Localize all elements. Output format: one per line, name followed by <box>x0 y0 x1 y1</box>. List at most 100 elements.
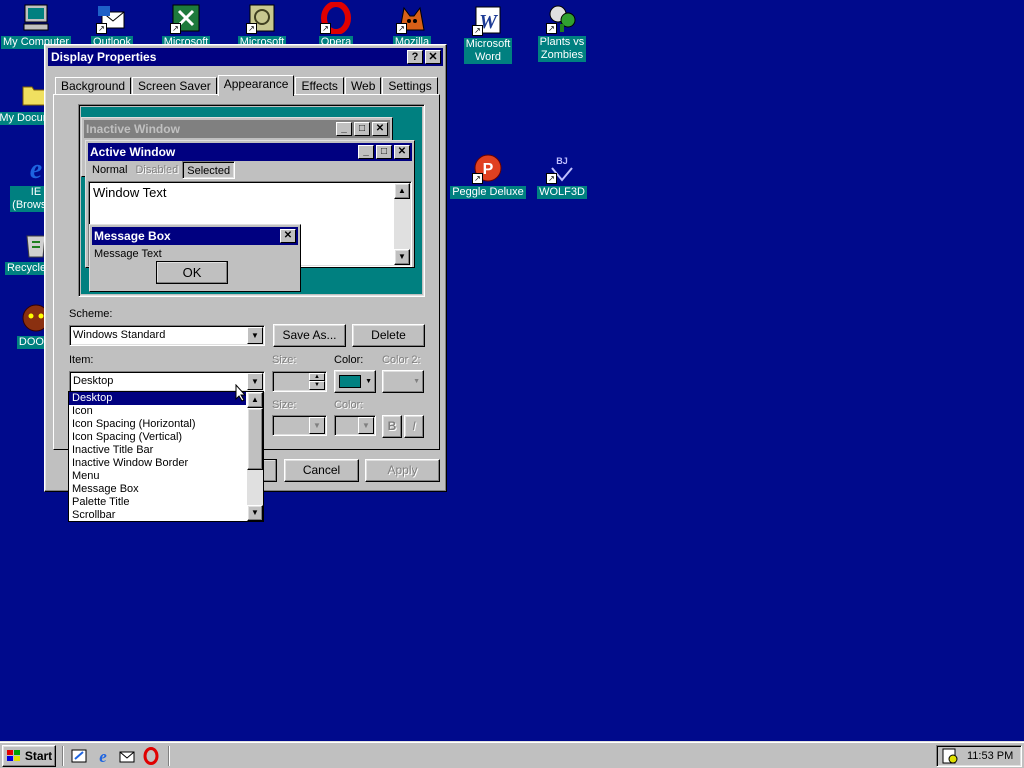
item-dropdown-list[interactable]: Desktop Icon Icon Spacing (Horizontal) I… <box>68 391 264 522</box>
taskbar-divider <box>168 746 170 766</box>
tab-settings[interactable]: Settings <box>382 77 438 95</box>
preview-active-title: Active Window <box>90 145 176 159</box>
chevron-down-icon: ▼ <box>365 378 372 385</box>
preview-menu-disabled: Disabled <box>135 164 179 176</box>
bold-button: B <box>382 415 402 438</box>
desktop-icon-outlook[interactable]: ↗ Outlook <box>72 2 152 49</box>
taskbar: Start e 11:53 PM <box>0 741 1024 768</box>
scroll-down-icon[interactable]: ▼ <box>247 505 263 521</box>
font-color-label: Color: <box>334 399 364 411</box>
svg-text:e: e <box>99 747 107 765</box>
opera-icon: ↗ <box>320 1 352 35</box>
desktop-icon-project[interactable]: ↗ Microsoft <box>222 2 302 49</box>
peggle-icon: P ↗ <box>472 152 504 184</box>
tab-screen-saver[interactable]: Screen Saver <box>132 77 217 95</box>
ie-icon[interactable]: e <box>94 747 112 765</box>
desktop-icon-mozilla[interactable]: ↗ Mozilla <box>372 2 452 49</box>
dialog-title: Display Properties <box>51 50 157 64</box>
preview-ok-button: OK <box>156 261 228 284</box>
mail-icon: ↗ <box>96 2 128 34</box>
preview-msgbox-titlebar: Message Box ✕ <box>92 227 298 245</box>
list-item[interactable]: Message Box <box>69 483 246 496</box>
opera-icon[interactable] <box>142 747 160 765</box>
chevron-down-icon[interactable]: ▼ <box>247 327 263 344</box>
appearance-preview[interactable]: Inactive Window _ □ ✕ Active Window _ □ … <box>78 104 425 297</box>
minimize-icon: _ <box>336 122 352 136</box>
shortcut-arrow-icon: ↗ <box>170 23 181 34</box>
system-tray: 11:53 PM <box>936 745 1022 767</box>
list-item[interactable]: Scrollbar <box>69 509 246 522</box>
desktop-icon-my-computer[interactable]: My Computer <box>0 2 76 49</box>
close-icon: ✕ <box>372 122 388 136</box>
shortcut-arrow-icon: ↗ <box>546 173 557 184</box>
preview-window-text: Window Text <box>93 185 167 200</box>
save-as-button[interactable]: Save As... <box>273 324 346 347</box>
list-item[interactable]: Icon Spacing (Horizontal) <box>69 418 246 431</box>
list-item[interactable]: Desktop <box>69 392 246 405</box>
project-icon: ↗ <box>246 2 278 34</box>
desktop-icon-label: Microsoft Word <box>463 38 513 64</box>
scroll-up-icon[interactable]: ▲ <box>247 392 263 408</box>
svg-text:BJ: BJ <box>556 156 568 166</box>
scroll-thumb[interactable] <box>247 408 263 470</box>
preview-menu-normal: Normal <box>92 164 128 176</box>
svg-text:P: P <box>483 161 494 178</box>
wolf3d-icon: BJ ↗ <box>546 152 578 184</box>
dialog-titlebar[interactable]: Display Properties ? ✕ <box>48 48 443 66</box>
desktop-icon-wolf3d[interactable]: BJ ↗ WOLF3D <box>522 152 602 199</box>
clock[interactable]: 11:53 PM <box>967 750 1013 762</box>
desktop-icon-excel[interactable]: ↗ Microsoft <box>146 2 226 49</box>
plant-icon: ↗ <box>546 2 578 34</box>
desktop: My Computer ↗ Outlook ↗ Microsoft ↗ Micr… <box>0 0 1024 741</box>
tab-background[interactable]: Background <box>55 77 132 95</box>
italic-button: I <box>404 415 424 438</box>
desktop-icon-peggle[interactable]: P ↗ Peggle Deluxe <box>448 152 528 199</box>
desktop-icon-plants-vs-zombies[interactable]: ↗ Plants vs Zombies <box>522 2 602 62</box>
color2-label: Color 2: <box>382 354 421 366</box>
tab-appearance[interactable]: Appearance <box>217 75 295 96</box>
spin-down-icon: ▼ <box>309 381 325 390</box>
show-desktop-icon[interactable] <box>70 747 88 765</box>
maximize-icon: □ <box>376 145 392 159</box>
dropdown-scrollbar[interactable]: ▲ ▼ <box>247 392 263 521</box>
font-size-select: ▼ <box>272 415 327 436</box>
scroll-up-icon: ▲ <box>394 183 410 199</box>
outlook-express-icon[interactable] <box>118 747 136 765</box>
preview-message-box: Message Box ✕ Message Text OK <box>89 224 301 292</box>
scheme-select[interactable]: Windows Standard ▼ <box>69 325 265 346</box>
close-icon: ✕ <box>394 145 410 159</box>
shortcut-arrow-icon: ↗ <box>546 23 557 34</box>
list-item[interactable]: Icon <box>69 405 246 418</box>
list-item[interactable]: Inactive Window Border <box>69 457 246 470</box>
start-button[interactable]: Start <box>2 745 56 767</box>
quick-launch: e <box>70 747 160 765</box>
color-button[interactable]: ▼ <box>334 370 376 393</box>
mouse-cursor-icon <box>235 384 247 402</box>
start-label: Start <box>24 749 53 763</box>
delete-button[interactable]: Delete <box>352 324 425 347</box>
close-button[interactable]: ✕ <box>425 50 441 64</box>
list-item[interactable]: Menu <box>69 470 246 483</box>
mozilla-icon: ↗ <box>396 2 428 34</box>
list-item[interactable]: Inactive Title Bar <box>69 444 246 457</box>
list-item[interactable]: Palette Title <box>69 496 246 509</box>
desktop-icon-opera[interactable]: ↗ Opera <box>296 1 376 49</box>
svg-text:e: e <box>30 154 42 184</box>
cancel-button[interactable]: Cancel <box>284 459 359 482</box>
tab-web[interactable]: Web <box>344 77 382 95</box>
chevron-down-icon[interactable]: ▼ <box>247 373 263 390</box>
preview-desktop: Inactive Window _ □ ✕ Active Window _ □ … <box>81 107 422 294</box>
shortcut-arrow-icon: ↗ <box>396 23 407 34</box>
list-item[interactable]: Icon Spacing (Vertical) <box>69 431 246 444</box>
scheduler-icon[interactable] <box>941 747 959 765</box>
help-button[interactable]: ? <box>407 50 423 64</box>
preview-inactive-title: Inactive Window <box>86 122 180 136</box>
color-swatch <box>339 375 361 388</box>
preview-scrollbar: ▲ ▼ <box>394 183 410 265</box>
font-color-select: ▼ <box>334 415 376 436</box>
size-spinner: ▲ ▼ <box>272 371 327 392</box>
desktop-icon-word[interactable]: W ↗ Microsoft Word <box>448 4 528 64</box>
item-value: Desktop <box>73 375 114 387</box>
excel-icon: ↗ <box>170 2 202 34</box>
tab-effects[interactable]: Effects <box>295 77 344 95</box>
